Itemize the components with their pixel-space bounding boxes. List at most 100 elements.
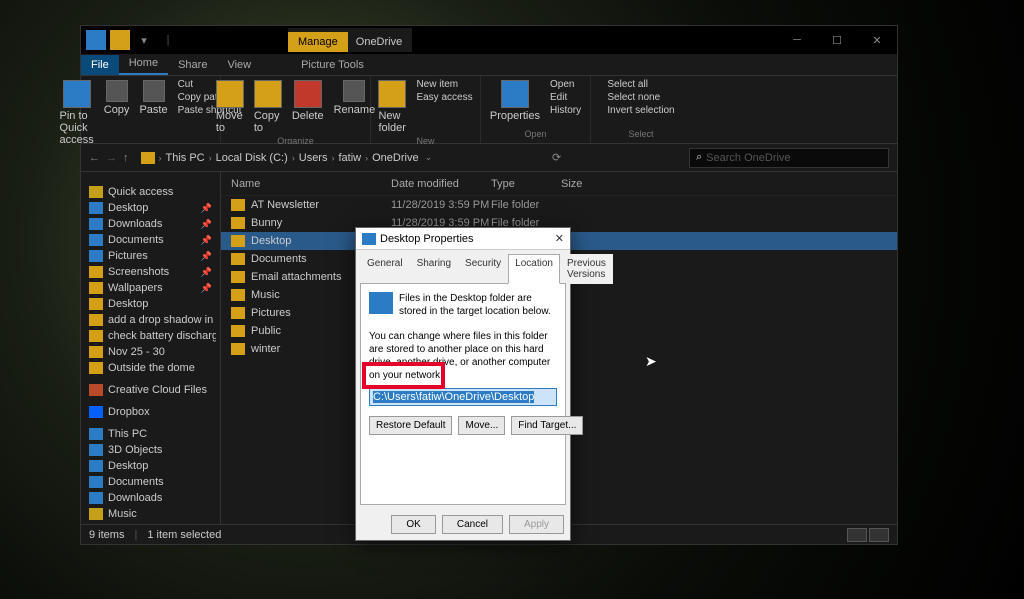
- sidebar-item-quick-access[interactable]: Quick access: [85, 184, 216, 200]
- qa-folder-icon[interactable]: [110, 30, 130, 50]
- view-thumbnails-button[interactable]: [869, 528, 889, 542]
- dialog-info-text: Files in the Desktop folder are stored i…: [399, 292, 557, 318]
- tab-general[interactable]: General: [360, 254, 410, 284]
- objects-icon: [89, 444, 103, 456]
- sidebar-item-ccf[interactable]: Creative Cloud Files: [85, 382, 216, 398]
- properties-dialog: Desktop Properties ✕ General Sharing Sec…: [355, 227, 571, 541]
- sidebar-item-outside[interactable]: Outside the dome: [85, 360, 216, 376]
- folder-icon: [231, 235, 245, 247]
- sidebar-item-wallpapers[interactable]: Wallpapers📌: [85, 280, 216, 296]
- dialog-titlebar[interactable]: Desktop Properties ✕: [356, 228, 570, 250]
- properties-icon: [501, 80, 529, 108]
- col-size[interactable]: Size: [561, 178, 621, 190]
- maximize-button[interactable]: ☐: [817, 26, 857, 54]
- folder-big-icon: [369, 292, 393, 314]
- sidebar-item-desktop[interactable]: Desktop📌: [85, 200, 216, 216]
- sidebar-item-desktop3[interactable]: Desktop: [85, 458, 216, 474]
- sidebar-item-music[interactable]: Music: [85, 506, 216, 522]
- close-button[interactable]: ✕: [857, 26, 897, 54]
- copy-to-button[interactable]: Copy to: [252, 78, 284, 136]
- invert-selection-button[interactable]: Invert selection: [605, 104, 676, 117]
- select-none-button[interactable]: Select none: [605, 91, 662, 104]
- qa-down-icon[interactable]: ▾: [134, 30, 154, 50]
- ok-button[interactable]: OK: [391, 515, 435, 534]
- new-folder-button[interactable]: New folder: [376, 78, 408, 136]
- sidebar-item-nov[interactable]: Nov 25 - 30: [85, 344, 216, 360]
- tab-picture-tools[interactable]: Picture Tools: [291, 55, 374, 75]
- search-input[interactable]: ⌕ Search OneDrive: [689, 148, 889, 168]
- restore-default-button[interactable]: Restore Default: [369, 416, 452, 435]
- breadcrumb: ← → ↑ › This PC› Local Disk (C:)› Users›…: [81, 144, 897, 172]
- paste-button[interactable]: Paste: [137, 78, 169, 118]
- tab-home[interactable]: Home: [119, 53, 168, 75]
- folder-icon: [89, 282, 103, 294]
- refresh-button[interactable]: ⟳: [552, 151, 561, 164]
- delete-icon: [294, 80, 322, 108]
- search-icon: ⌕: [696, 151, 702, 164]
- dialog-footer: OK Cancel Apply: [356, 509, 570, 540]
- tab-share[interactable]: Share: [168, 55, 217, 75]
- nav-up-button[interactable]: ↑: [123, 152, 129, 164]
- pictures-icon: [89, 250, 103, 262]
- find-target-button[interactable]: Find Target...: [511, 416, 583, 435]
- star-icon: [89, 186, 103, 198]
- sidebar-item-desktop2[interactable]: Desktop: [85, 296, 216, 312]
- group-select-label: Select: [628, 129, 653, 141]
- tab-view[interactable]: View: [217, 55, 261, 75]
- select-all-button[interactable]: Select all: [605, 78, 650, 91]
- sidebar-item-screenshots[interactable]: Screenshots📌: [85, 264, 216, 280]
- copyto-icon: [254, 80, 282, 108]
- sidebar-item-documents[interactable]: Documents📌: [85, 232, 216, 248]
- tab-previous-versions[interactable]: Previous Versions: [560, 254, 613, 284]
- pin-to-quick-access-button[interactable]: Pin to Quick access: [58, 78, 96, 148]
- nav-back-button[interactable]: ←: [89, 152, 100, 164]
- folder-icon: [89, 266, 103, 278]
- documents-icon: [89, 234, 103, 246]
- sidebar-item-thispc[interactable]: This PC: [85, 426, 216, 442]
- breadcrumb-path[interactable]: › This PC› Local Disk (C:)› Users› fatiw…: [141, 152, 419, 164]
- sidebar-item-pictures[interactable]: Pictures📌: [85, 248, 216, 264]
- sidebar-item-downloads[interactable]: Downloads📌: [85, 216, 216, 232]
- sidebar-item-downloads2[interactable]: Downloads: [85, 490, 216, 506]
- copy-button[interactable]: Copy: [102, 78, 132, 118]
- view-details-button[interactable]: [847, 528, 867, 542]
- open-button[interactable]: Open: [548, 78, 583, 91]
- delete-button[interactable]: Delete: [290, 78, 326, 124]
- col-type[interactable]: Type: [491, 178, 561, 190]
- move-button[interactable]: Move...: [458, 416, 505, 435]
- folder-icon: [89, 314, 103, 326]
- sidebar-item-3dobjects[interactable]: 3D Objects: [85, 442, 216, 458]
- dialog-body: Files in the Desktop folder are stored i…: [360, 283, 566, 505]
- column-headers[interactable]: Name Date modified Type Size: [221, 172, 897, 196]
- desktop-icon: [89, 460, 103, 472]
- sidebar-item-addshadow[interactable]: add a drop shadow in Pain: [85, 312, 216, 328]
- edit-button[interactable]: Edit: [548, 91, 583, 104]
- file-row[interactable]: AT Newsletter11/28/2019 3:59 PMFile fold…: [221, 196, 897, 214]
- folder-icon: [231, 289, 245, 301]
- sidebar-item-battery[interactable]: check battery discharge rat: [85, 328, 216, 344]
- minimize-button[interactable]: ─: [777, 26, 817, 54]
- folder-icon: [231, 343, 245, 355]
- tab-location[interactable]: Location: [508, 254, 560, 284]
- ribbon-tab-manage[interactable]: Manage: [288, 32, 348, 52]
- breadcrumb-dropdown[interactable]: ⌄: [425, 152, 433, 163]
- tab-security[interactable]: Security: [458, 254, 508, 284]
- location-path-input[interactable]: C:\Users\fatiw\OneDrive\Desktop: [369, 388, 557, 406]
- history-button[interactable]: History: [548, 104, 583, 117]
- easy-access-button[interactable]: Easy access: [414, 91, 474, 104]
- tab-file[interactable]: File: [81, 55, 119, 75]
- navigation-pane[interactable]: Quick access Desktop📌 Downloads📌 Documen…: [81, 172, 221, 524]
- tab-sharing[interactable]: Sharing: [410, 254, 458, 284]
- dialog-close-button[interactable]: ✕: [555, 232, 564, 245]
- nav-forward-button[interactable]: →: [106, 152, 117, 164]
- new-item-button[interactable]: New item: [414, 78, 474, 91]
- folder-icon: [89, 330, 103, 342]
- apply-button[interactable]: Apply: [509, 515, 564, 534]
- col-date[interactable]: Date modified: [391, 178, 491, 190]
- col-name[interactable]: Name: [231, 178, 391, 190]
- sidebar-item-dropbox[interactable]: Dropbox: [85, 404, 216, 420]
- move-to-button[interactable]: Move to: [214, 78, 246, 136]
- cancel-button[interactable]: Cancel: [442, 515, 503, 534]
- properties-button[interactable]: Properties: [488, 78, 542, 124]
- sidebar-item-documents2[interactable]: Documents: [85, 474, 216, 490]
